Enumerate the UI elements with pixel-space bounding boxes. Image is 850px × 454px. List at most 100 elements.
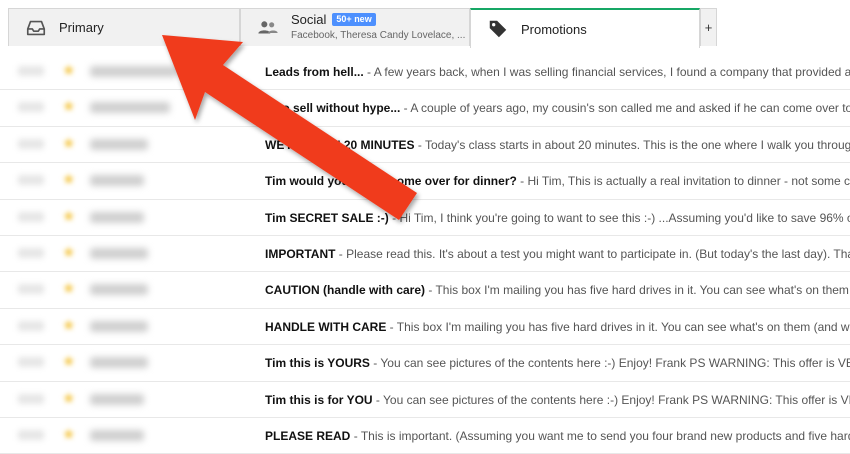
message-snippet: Hi Tim, This is actually a real invitati…: [527, 174, 850, 189]
message-subject: Tim this is YOURS: [265, 356, 370, 371]
tab-social-subtitle: Facebook, Theresa Candy Lovelace, ...: [291, 30, 466, 41]
sender-name: [90, 102, 170, 114]
star-icon[interactable]: ★: [62, 208, 78, 225]
message-content: Tim this is for YOU - You can see pictur…: [265, 382, 850, 418]
subject-separator: -: [400, 101, 411, 116]
sender-name: [90, 320, 148, 332]
inbox-tab-bar: Primary Social 50+ new Facebook, Theresa…: [0, 0, 850, 48]
message-subject: Tim SECRET SALE :-): [265, 210, 389, 225]
message-row[interactable]: ★ Tim would you like to come over for din…: [0, 163, 850, 200]
sender-name: [90, 357, 148, 369]
message-content: WE'RE ON IN 20 MINUTES - Today's class s…: [265, 127, 850, 163]
sender-name: [90, 247, 148, 259]
message-snippet: Please read this. It's about a test you …: [346, 246, 850, 261]
message-content: Leads from hell... - A few years back, w…: [265, 54, 850, 90]
message-subject: Tim this is for YOU: [265, 392, 373, 407]
row-checkbox[interactable]: [18, 357, 44, 368]
row-checkbox[interactable]: [18, 320, 44, 331]
message-snippet: You can see pictures of the contents her…: [380, 356, 850, 371]
message-content: Tim SECRET SALE :-) - Hi Tim, I think yo…: [265, 200, 850, 236]
star-icon[interactable]: ★: [62, 244, 78, 261]
subject-separator: -: [372, 392, 384, 407]
sender-name: [90, 284, 148, 296]
row-checkbox[interactable]: [18, 102, 44, 113]
message-row[interactable]: ★ Leads from hell... - A few years back, …: [0, 54, 850, 91]
subject-separator: -: [388, 210, 400, 225]
star-icon[interactable]: ★: [62, 317, 78, 334]
tab-social-label: Social: [291, 12, 327, 27]
people-icon: [258, 20, 278, 33]
row-checkbox[interactable]: [18, 211, 44, 222]
message-subject: CAUTION (handle with care): [265, 283, 426, 298]
message-row[interactable]: ★ CAUTION (handle with care) - This box I…: [0, 272, 850, 309]
message-content: HANDLE WITH CARE - This box I'm mailing …: [265, 309, 850, 345]
star-icon[interactable]: ★: [62, 354, 78, 370]
message-row[interactable]: ★ Tim this is for YOU - You can see pictu…: [0, 381, 850, 418]
message-row[interactable]: ★ WE'RE ON IN 20 MINUTES - Today's class …: [0, 126, 850, 164]
sender-name: [90, 211, 144, 223]
subject-separator: -: [414, 137, 425, 152]
subject-separator: -: [516, 174, 528, 189]
row-checkbox[interactable]: [18, 247, 44, 258]
message-row[interactable]: ★ IMPORTANT - Please read this. It's abou…: [0, 235, 850, 273]
message-row[interactable]: ★ HANDLE WITH CARE - This box I'm mailing…: [0, 308, 850, 346]
message-snippet: A couple of years ago, my cousin's son c…: [410, 101, 850, 116]
subject-separator: -: [363, 65, 374, 79]
row-checkbox[interactable]: [18, 138, 44, 149]
tab-promotions-label: Promotions: [521, 21, 587, 37]
message-subject: IMPORTANT: [265, 246, 336, 261]
tab-social[interactable]: Social 50+ new Facebook, Theresa Candy L…: [240, 8, 470, 46]
message-content: CAUTION (handle with care) - This box I'…: [265, 272, 850, 308]
message-snippet: This box I'm mailing you has five hard d…: [435, 283, 850, 298]
tab-promotions[interactable]: Promotions: [470, 8, 700, 48]
message-row[interactable]: ★ Tim SECRET SALE :-) - Hi Tim, I think y…: [0, 199, 850, 236]
message-content: PLEASE READ - This is important. (Assumi…: [265, 418, 850, 454]
message-row[interactable]: ★ Tim this is YOURS - You can see picture…: [0, 345, 850, 382]
message-subject: HANDLE WITH CARE: [265, 319, 387, 334]
tab-primary[interactable]: Primary: [8, 8, 240, 46]
subject-separator: -: [335, 246, 347, 261]
message-subject: Tim would you like to come over for dinn…: [265, 174, 517, 189]
sender-name: [90, 66, 178, 77]
star-icon[interactable]: ★: [62, 172, 78, 188]
star-icon[interactable]: ★: [62, 99, 78, 115]
star-icon[interactable]: ★: [62, 390, 78, 407]
subject-separator: -: [350, 428, 361, 443]
message-subject: Leads from hell...: [265, 65, 364, 79]
row-checkbox[interactable]: [18, 284, 44, 295]
message-content: Tim would you like to come over for dinn…: [265, 163, 850, 199]
sender-name: [90, 393, 144, 405]
sender-name: [90, 175, 144, 187]
row-checkbox[interactable]: [18, 393, 44, 404]
message-content: IMPORTANT - Please read this. It's about…: [265, 236, 850, 272]
message-content: ... to sell without hype... - A couple o…: [265, 90, 850, 126]
star-icon[interactable]: ★: [62, 426, 78, 443]
sender-name: [90, 138, 148, 150]
subject-separator: -: [369, 356, 381, 371]
row-checkbox[interactable]: [18, 66, 44, 76]
tab-primary-label: Primary: [59, 20, 104, 35]
message-list: ★ Leads from hell... - A few years back, …: [0, 54, 850, 454]
star-icon[interactable]: ★: [62, 63, 78, 79]
sender-name: [90, 429, 144, 441]
message-subject: PLEASE READ: [265, 428, 351, 443]
new-count-badge: 50+ new: [332, 13, 376, 26]
message-content: Tim this is YOURS - You can see pictures…: [265, 345, 850, 381]
subject-separator: -: [386, 319, 397, 334]
message-row[interactable]: ★ ... to sell without hype... - A couple …: [0, 90, 850, 127]
message-snippet: A few years back, when I was selling fin…: [373, 65, 850, 79]
subject-separator: -: [425, 283, 436, 298]
add-tab-button[interactable]: +: [700, 8, 717, 46]
message-snippet: This box I'm mailing you has five hard d…: [396, 319, 850, 334]
message-row[interactable]: ★ PLEASE READ - This is important. (Assum…: [0, 417, 850, 454]
message-snippet: Today's class starts in about 20 minutes…: [425, 137, 850, 152]
message-subject: ... to sell without hype...: [265, 101, 401, 116]
message-snippet: This is important. (Assuming you want me…: [360, 428, 850, 443]
row-checkbox[interactable]: [18, 429, 44, 440]
tab-social-text: Social 50+ new Facebook, Theresa Candy L…: [291, 12, 465, 41]
message-snippet: You can see pictures of the contents her…: [383, 392, 850, 407]
message-snippet: Hi Tim, I think you're going to want to …: [399, 210, 850, 225]
row-checkbox[interactable]: [18, 175, 44, 186]
star-icon[interactable]: ★: [62, 281, 78, 297]
star-icon[interactable]: ★: [62, 135, 78, 152]
